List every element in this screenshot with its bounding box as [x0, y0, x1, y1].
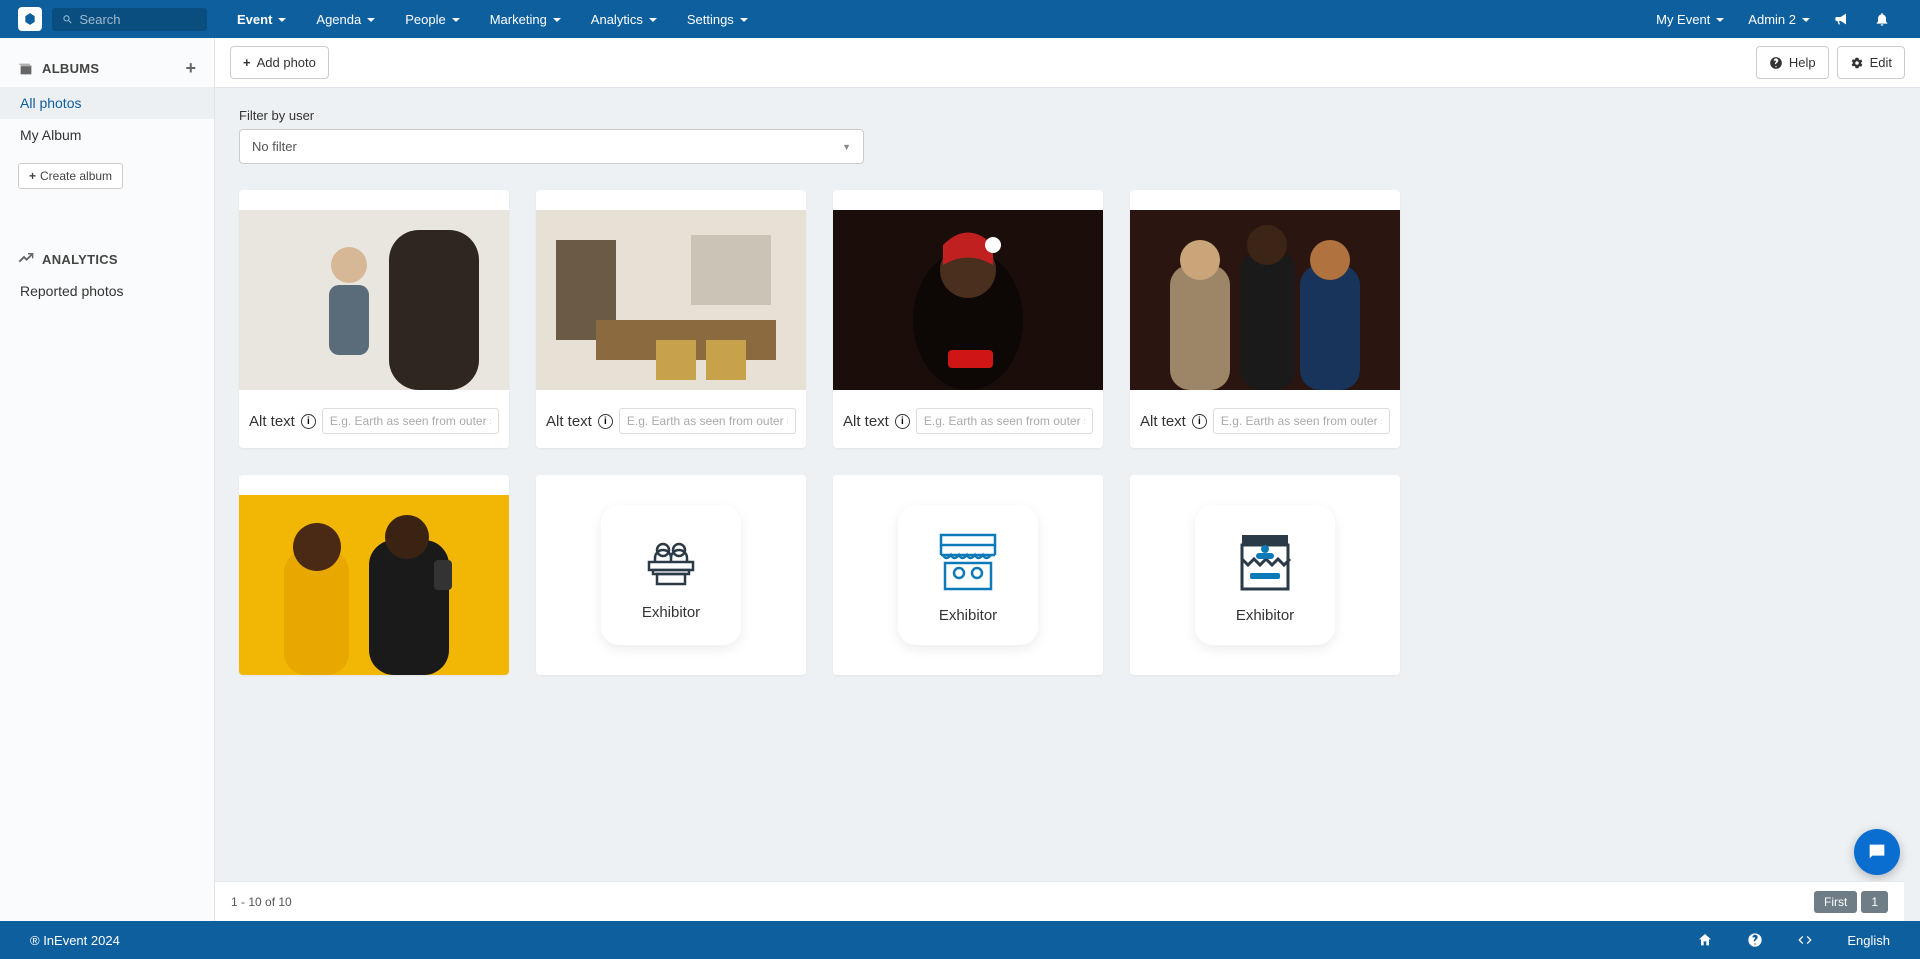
alt-text-input[interactable]: [322, 408, 499, 434]
language-switcher[interactable]: English: [1847, 933, 1890, 948]
photo-thumbnail[interactable]: [833, 210, 1103, 390]
photo-thumbnail[interactable]: [536, 210, 806, 390]
add-album-icon[interactable]: [185, 58, 196, 79]
event-switcher[interactable]: My Event: [1656, 12, 1724, 27]
photo-grid: Alt text i Alt text i: [239, 190, 1896, 675]
plus-icon: [29, 169, 36, 183]
main-menu: Event Agenda People Marketing Analytics …: [237, 12, 748, 27]
exhibitor-label: Exhibitor: [939, 607, 997, 624]
alt-text-input[interactable]: [1213, 408, 1390, 434]
chevron-down-icon: [1716, 12, 1724, 27]
photo-card: Alt text i: [239, 190, 509, 448]
photo-card: Exhibitor: [833, 475, 1103, 675]
exhibitor-storefront-icon: [933, 527, 1003, 597]
info-icon[interactable]: i: [598, 414, 613, 429]
top-navbar: Event Agenda People Marketing Analytics …: [0, 0, 1920, 38]
exhibitor-label: Exhibitor: [1236, 607, 1294, 624]
chevron-down-icon: [740, 12, 748, 27]
chevron-down-icon: [452, 12, 460, 27]
sidebar-analytics-title: ANALYTICS: [42, 252, 118, 267]
exhibitor-kiosk-icon: [1230, 527, 1300, 597]
brand-logo[interactable]: [18, 7, 42, 31]
add-photo-button[interactable]: Add photo: [230, 46, 329, 79]
gear-icon: [1850, 56, 1864, 70]
photo-card: Exhibitor: [1130, 475, 1400, 675]
alt-text-input[interactable]: [916, 408, 1093, 434]
chevron-down-icon: [649, 12, 657, 27]
analytics-icon: [18, 251, 34, 267]
chat-fab[interactable]: [1854, 829, 1900, 875]
photo-card: Alt text i: [1130, 190, 1400, 448]
plus-icon: [243, 55, 251, 70]
photo-thumbnail[interactable]: Exhibitor: [536, 475, 806, 675]
edit-button[interactable]: Edit: [1837, 46, 1905, 79]
copyright: ® InEvent 2024: [30, 933, 120, 948]
sidebar-albums-title: ALBUMS: [42, 61, 99, 76]
photo-thumbnail[interactable]: [239, 210, 509, 390]
nav-analytics[interactable]: Analytics: [591, 12, 657, 27]
chevron-down-icon: [367, 12, 375, 27]
search-input[interactable]: [79, 12, 197, 27]
footer: ® InEvent 2024 English: [0, 921, 1920, 959]
pagination-range: 1 - 10 of 10: [231, 895, 292, 909]
alt-text-label: Alt text: [546, 413, 592, 430]
alt-text-label: Alt text: [1140, 413, 1186, 430]
user-menu[interactable]: Admin 2: [1748, 12, 1810, 27]
info-icon[interactable]: i: [301, 414, 316, 429]
sidebar-item-reported-photos[interactable]: Reported photos: [0, 275, 214, 307]
sidebar-item-all-photos[interactable]: All photos: [0, 87, 214, 119]
exhibitor-booth-icon: [639, 530, 703, 594]
create-album-button[interactable]: Create album: [18, 163, 123, 189]
pager-page-1[interactable]: 1: [1861, 891, 1888, 913]
alt-text-label: Alt text: [249, 413, 295, 430]
search-box[interactable]: [52, 8, 207, 31]
chevron-down-icon: [553, 12, 561, 27]
announcement-icon[interactable]: [1834, 11, 1850, 27]
nav-settings[interactable]: Settings: [687, 12, 748, 27]
home-icon[interactable]: [1697, 932, 1713, 948]
info-icon[interactable]: i: [895, 414, 910, 429]
photo-card: Alt text i: [833, 190, 1103, 448]
photo-thumbnail[interactable]: Exhibitor: [833, 475, 1103, 675]
nav-agenda[interactable]: Agenda: [316, 12, 375, 27]
info-icon[interactable]: i: [1192, 414, 1207, 429]
filter-by-user-select[interactable]: No filter▼: [239, 129, 864, 164]
photo-card: Exhibitor: [536, 475, 806, 675]
photo-card: [239, 475, 509, 675]
sidebar: ALBUMS All photos My Album Create album …: [0, 38, 215, 921]
help-icon[interactable]: [1747, 932, 1763, 948]
nav-marketing[interactable]: Marketing: [490, 12, 561, 27]
code-icon[interactable]: [1797, 932, 1813, 948]
pager-first[interactable]: First: [1814, 891, 1857, 913]
alt-text-label: Alt text: [843, 413, 889, 430]
chevron-down-icon: [278, 12, 286, 27]
nav-event[interactable]: Event: [237, 12, 286, 27]
filter-label: Filter by user: [239, 108, 1896, 123]
photo-thumbnail[interactable]: Exhibitor: [1130, 475, 1400, 675]
photo-thumbnail[interactable]: [239, 495, 509, 675]
help-icon: [1769, 56, 1783, 70]
sidebar-item-my-album[interactable]: My Album: [0, 119, 214, 151]
notification-icon[interactable]: [1874, 11, 1890, 27]
toolbar: Add photo Help Edit: [215, 38, 1920, 88]
dropdown-icon: ▼: [842, 142, 851, 152]
photo-thumbnail[interactable]: [1130, 210, 1400, 390]
exhibitor-label: Exhibitor: [642, 604, 700, 621]
chevron-down-icon: [1802, 12, 1810, 27]
nav-people[interactable]: People: [405, 12, 459, 27]
alt-text-input[interactable]: [619, 408, 796, 434]
photo-card: Alt text i: [536, 190, 806, 448]
status-bar: 1 - 10 of 10 First 1: [215, 881, 1904, 921]
help-button[interactable]: Help: [1756, 46, 1829, 79]
albums-icon: [18, 61, 34, 77]
